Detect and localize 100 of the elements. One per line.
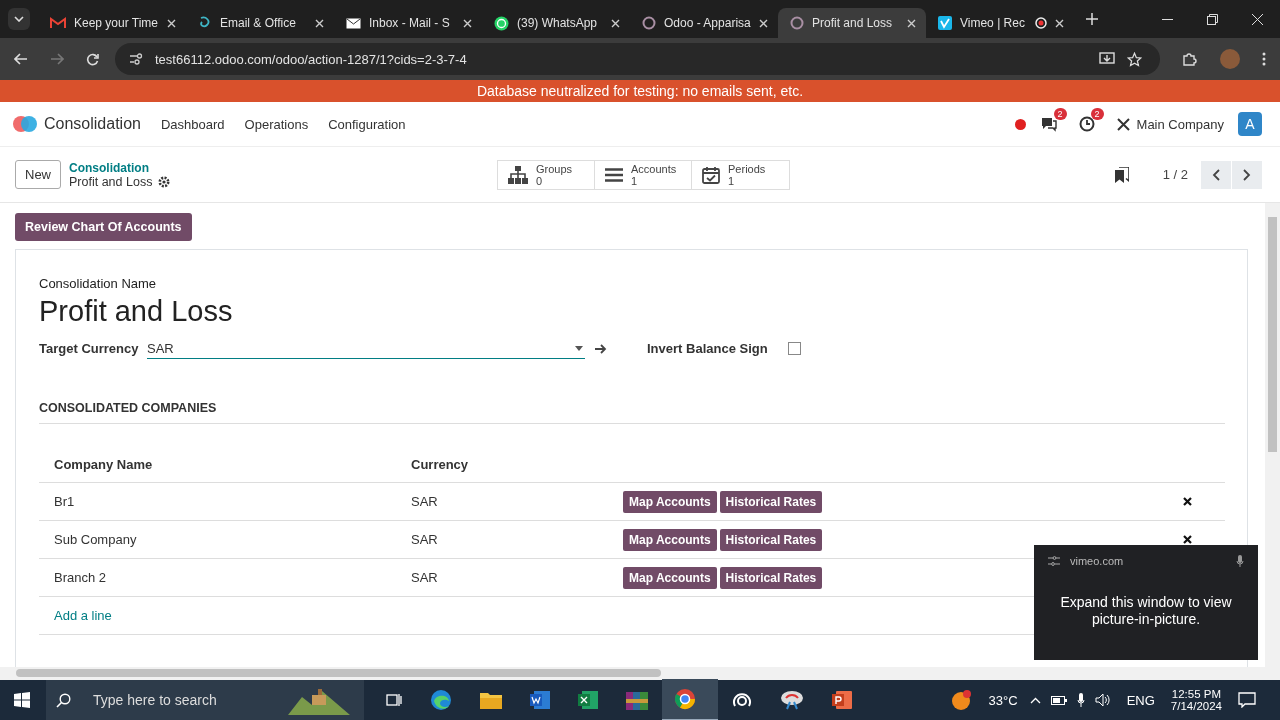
delete-row-icon[interactable] <box>1183 497 1192 506</box>
microphone-icon[interactable] <box>1236 555 1244 567</box>
settings-sliders-icon[interactable] <box>1048 556 1060 566</box>
menu-item[interactable]: Dashboard <box>160 116 225 132</box>
chrome-taskbar-button[interactable] <box>662 679 718 720</box>
restore-icon[interactable] <box>1207 13 1218 25</box>
search-icon <box>56 692 71 708</box>
bookmarks-icon[interactable] <box>1114 166 1129 183</box>
address-bar[interactable]: test66112.odoo.com/odoo/action-1287/1?cids=2-3-7-4 <box>115 43 1160 75</box>
chrome-icon <box>674 688 696 710</box>
chevron-up-icon[interactable] <box>1029 696 1041 704</box>
puzzle-piece-icon[interactable] <box>1182 51 1198 67</box>
column-header[interactable]: Company Name <box>54 456 411 472</box>
word-document-icon[interactable] <box>530 690 550 710</box>
table-cell-text: Br1 <box>54 494 76 509</box>
pip-source: vimeo.com <box>1070 555 1124 567</box>
url-text: test66112.odoo.com/odoo/action-1287/1?cids=2-3-7-4 <box>155 51 467 67</box>
vertical-scrollbar[interactable] <box>1265 203 1280 667</box>
folder-icon[interactable] <box>480 691 502 709</box>
app-name[interactable]: Consolidation <box>44 115 141 133</box>
add-line-link[interactable]: Add a line <box>54 608 112 623</box>
column-header[interactable]: Currency <box>411 456 623 472</box>
smart-button-label: Groups <box>536 162 573 175</box>
smart-button-value: 0 <box>536 174 543 187</box>
archive-books-icon[interactable] <box>626 690 648 710</box>
close-icon[interactable] <box>463 18 472 28</box>
taskbar-clock[interactable]: 12:55 PM 7/14/2024 <box>1170 688 1222 712</box>
microphone-icon[interactable] <box>1076 693 1085 707</box>
notifications-icon[interactable] <box>1238 692 1256 708</box>
close-icon[interactable] <box>759 18 768 28</box>
close-icon[interactable] <box>611 18 620 28</box>
row-action-button[interactable]: Historical Rates <box>719 566 823 589</box>
review-chart-button[interactable]: Review Chart Of Accounts <box>15 213 192 241</box>
close-icon[interactable] <box>1252 13 1263 25</box>
presentation-icon[interactable] <box>832 690 852 710</box>
chevron-down-icon <box>14 16 24 22</box>
input-language[interactable]: ENG <box>1126 692 1155 708</box>
tab-title: Odoo - Apparisa <box>664 16 751 30</box>
checkbox[interactable] <box>787 342 801 355</box>
browser-tab[interactable]: Keep your Time <box>38 8 186 38</box>
horizontal-scrollbar[interactable] <box>0 667 1280 680</box>
close-icon[interactable] <box>907 18 916 28</box>
close-icon[interactable] <box>1055 18 1064 28</box>
list-icon <box>605 167 623 182</box>
weather-sun-icon[interactable] <box>950 689 973 711</box>
close-icon[interactable] <box>167 18 176 28</box>
breadcrumb-link[interactable]: Consolidation <box>69 160 489 175</box>
browser-tab[interactable]: Inbox - Mail - S <box>334 8 482 38</box>
status-dot-icon <box>1014 118 1026 130</box>
back-arrow-icon[interactable] <box>14 53 28 65</box>
star-icon[interactable] <box>1127 51 1142 67</box>
menu-item[interactable]: Configuration <box>328 116 406 132</box>
smart-button[interactable]: Groups 0 <box>498 160 595 189</box>
next-button[interactable] <box>1232 160 1262 189</box>
install-app-icon[interactable] <box>1099 52 1115 66</box>
chat-icon[interactable] <box>1039 116 1058 132</box>
windows-start-icon[interactable] <box>14 692 30 708</box>
spreadsheet-icon[interactable] <box>578 690 598 710</box>
close-icon[interactable] <box>315 18 324 28</box>
screen-snip-icon[interactable] <box>780 690 804 710</box>
table-cell-text: SAR <box>411 570 439 585</box>
delete-row-icon[interactable] <box>1183 535 1192 544</box>
row-action-button[interactable]: Historical Rates <box>719 528 823 551</box>
internal-link-arrow-icon[interactable] <box>595 343 607 354</box>
smart-button[interactable]: Accounts 1 <box>595 160 692 189</box>
smart-button[interactable]: Periods 1 <box>692 160 789 189</box>
edge-browser-icon[interactable] <box>430 689 452 711</box>
row-action-button[interactable]: Map Accounts <box>623 528 717 551</box>
currency-select-field[interactable]: SAR <box>147 338 585 359</box>
browser-tab[interactable]: (39) WhatsApp <box>482 8 630 38</box>
user-avatar[interactable]: A <box>1238 112 1262 136</box>
browser-tab[interactable]: Vimeo | Rec <box>926 8 1074 38</box>
browser-tab[interactable]: Profit and Loss <box>778 8 926 38</box>
gear-icon[interactable] <box>158 175 171 188</box>
section-title: CONSOLIDATED COMPANIES <box>39 401 218 415</box>
new-button[interactable]: New <box>15 160 61 189</box>
row-action-button[interactable]: Map Accounts <box>623 566 717 589</box>
clock-icon[interactable] <box>1078 116 1095 132</box>
speaker-icon[interactable] <box>1094 693 1111 707</box>
tab-title: Keep your Time <box>74 16 159 30</box>
table-cell-text: Branch 2 <box>54 570 108 585</box>
browser-tab[interactable]: Odoo - Apparisa <box>630 8 778 38</box>
browser-tab[interactable]: Email & Office <box>186 8 334 38</box>
tab-search-button[interactable] <box>8 8 30 30</box>
site-settings-icon[interactable] <box>129 53 143 65</box>
forward-arrow-icon[interactable] <box>50 53 64 65</box>
new-tab-icon[interactable] <box>1086 13 1098 25</box>
battery-icon[interactable] <box>1050 695 1067 705</box>
reload-icon[interactable] <box>86 52 99 66</box>
previous-button[interactable] <box>1201 160 1231 189</box>
more-vertical-icon[interactable] <box>1262 52 1266 66</box>
breadcrumb-current: Profit and Loss <box>69 174 153 189</box>
taskbar-search-field[interactable]: Type here to search <box>46 680 364 720</box>
menu-item[interactable]: Operations <box>244 116 309 132</box>
tools-icon[interactable] <box>1115 116 1131 132</box>
task-view-icon[interactable] <box>386 692 402 708</box>
row-action-button[interactable]: Map Accounts <box>623 490 717 513</box>
record-title[interactable]: Profit and Loss <box>39 295 1225 328</box>
row-action-button[interactable]: Historical Rates <box>719 490 823 513</box>
company-switcher[interactable]: Main Company <box>1136 116 1224 132</box>
